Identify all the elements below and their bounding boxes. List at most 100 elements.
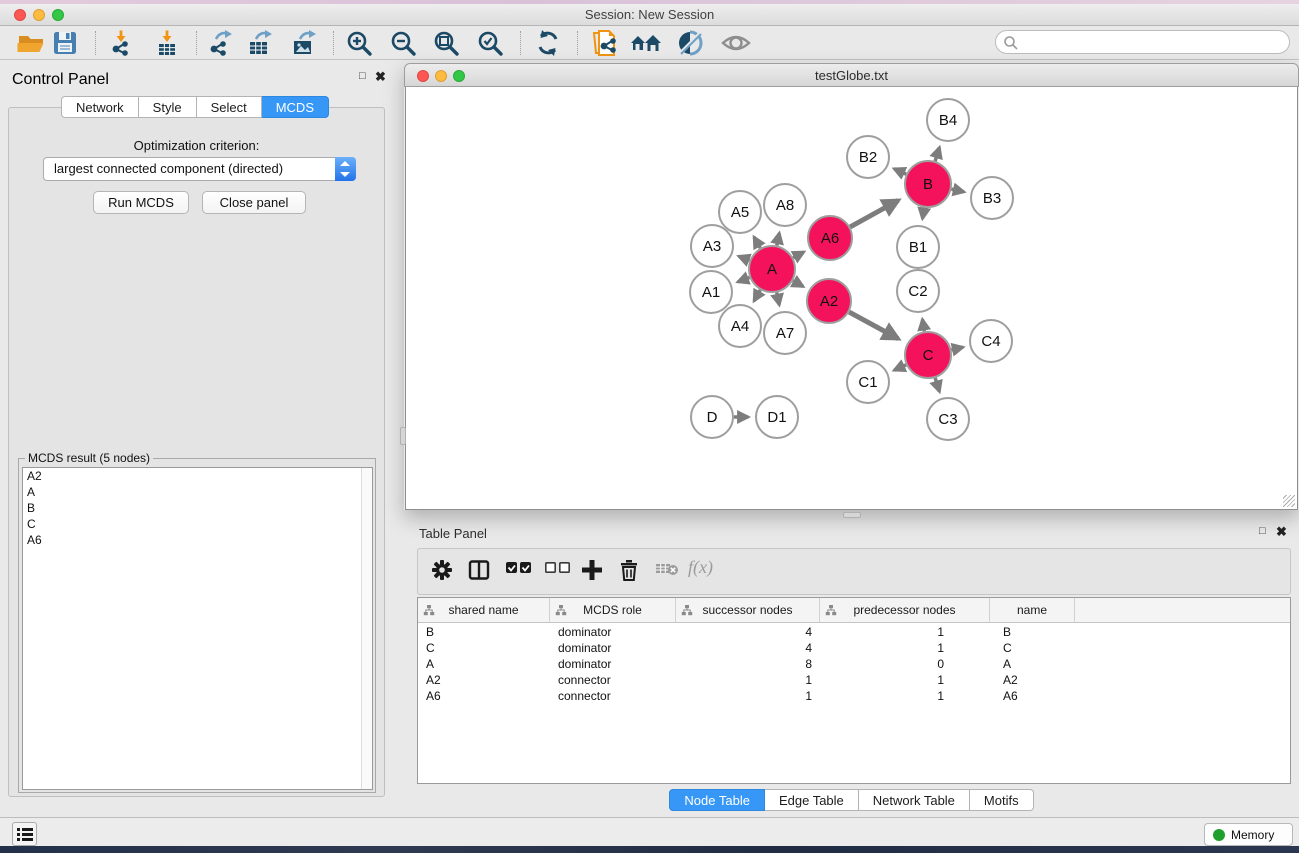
tab-mcds[interactable]: MCDS xyxy=(262,96,329,118)
graph-node-B4[interactable]: B4 xyxy=(927,99,969,141)
table-cell[interactable]: 1 xyxy=(820,672,990,688)
table-cell[interactable]: C xyxy=(418,640,550,656)
column-header-name[interactable]: name xyxy=(990,598,1075,623)
mcds-result-item[interactable]: A xyxy=(23,484,372,500)
graph-edge-C-C3[interactable] xyxy=(935,378,939,392)
vertical-splitter-handle[interactable] xyxy=(400,427,406,445)
zoom-window-icon[interactable] xyxy=(52,9,64,21)
create-column-icon[interactable] xyxy=(581,559,603,585)
graph-node-D1[interactable]: D1 xyxy=(756,396,798,438)
memory-button[interactable]: Memory xyxy=(1204,823,1293,846)
delete-column-icon[interactable] xyxy=(619,559,639,585)
mcds-result-item[interactable]: A2 xyxy=(23,468,372,484)
split-panel-icon[interactable] xyxy=(468,559,490,585)
tab-edge-table[interactable]: Edge Table xyxy=(765,789,859,811)
close-panel-button[interactable]: Close panel xyxy=(202,191,306,214)
table-settings-icon[interactable] xyxy=(431,559,453,585)
table-cell[interactable]: A2 xyxy=(990,672,1075,688)
show-view-icon[interactable] xyxy=(720,29,750,57)
graph-edge-C-C2[interactable] xyxy=(922,319,924,331)
graph-edge-B-B2[interactable] xyxy=(894,169,906,174)
refresh-layout-icon[interactable] xyxy=(533,29,563,57)
table-cell[interactable]: 4 xyxy=(676,624,820,640)
hide-columns-icon[interactable] xyxy=(545,559,571,585)
graph-node-A2[interactable]: A2 xyxy=(807,279,851,323)
graph-node-D[interactable]: D xyxy=(691,396,733,438)
network-zoom-icon[interactable] xyxy=(453,70,465,82)
table-cell[interactable]: B xyxy=(418,624,550,640)
export-table-icon[interactable] xyxy=(246,29,276,57)
run-mcds-button[interactable]: Run MCDS xyxy=(93,191,189,214)
graph-node-B1[interactable]: B1 xyxy=(897,226,939,268)
graph-edge-C-C1[interactable] xyxy=(894,365,906,370)
zoom-selected-icon[interactable] xyxy=(476,29,506,57)
tab-select[interactable]: Select xyxy=(197,96,262,118)
graph-node-B3[interactable]: B3 xyxy=(971,177,1013,219)
mcds-result-item[interactable]: A6 xyxy=(23,532,372,548)
export-network-icon[interactable] xyxy=(206,29,236,57)
import-network-icon[interactable] xyxy=(106,29,136,57)
minimize-window-icon[interactable] xyxy=(33,9,45,21)
graph-node-A6[interactable]: A6 xyxy=(808,216,852,260)
export-image-icon[interactable] xyxy=(290,29,320,57)
tab-node-table[interactable]: Node Table xyxy=(669,789,765,811)
table-cell[interactable]: dominator xyxy=(550,624,676,640)
graph-node-C[interactable]: C xyxy=(905,332,951,378)
zoom-in-icon[interactable] xyxy=(345,29,375,57)
graph-edge-B-B4[interactable] xyxy=(935,147,939,161)
graph-node-A1[interactable]: A1 xyxy=(690,271,732,313)
column-header-predecessor-nodes[interactable]: predecessor nodes xyxy=(820,598,990,623)
table-cell[interactable]: 1 xyxy=(820,640,990,656)
graph-node-A5[interactable]: A5 xyxy=(719,191,761,233)
hide-details-icon[interactable] xyxy=(675,29,705,57)
table-cell[interactable]: B xyxy=(990,624,1075,640)
tab-network-table[interactable]: Network Table xyxy=(859,789,970,811)
function-builder-icon[interactable]: f(x) xyxy=(688,557,713,583)
network-close-icon[interactable] xyxy=(417,70,429,82)
task-history-button[interactable] xyxy=(12,822,37,846)
criterion-dropdown[interactable]: largest connected component (directed) xyxy=(43,157,356,181)
graph-edge-B-B3[interactable] xyxy=(951,189,964,192)
table-cell[interactable]: A xyxy=(990,656,1075,672)
mcds-result-item[interactable]: B xyxy=(23,500,372,516)
network-minimize-icon[interactable] xyxy=(435,70,447,82)
table-cell[interactable]: connector xyxy=(550,672,676,688)
graph-edge-A-A5[interactable] xyxy=(754,237,760,248)
horizontal-splitter-handle[interactable] xyxy=(843,512,861,518)
table-float-icon[interactable]: □ xyxy=(1259,525,1266,537)
float-panel-icon[interactable]: □ xyxy=(359,70,366,82)
graph-edge-C-C4[interactable] xyxy=(951,347,963,350)
table-close-icon[interactable]: ✖ xyxy=(1276,524,1287,540)
graph-edge-A-A6[interactable] xyxy=(793,252,804,258)
close-window-icon[interactable] xyxy=(14,9,26,21)
result-scrollbar[interactable] xyxy=(361,468,372,789)
zoom-fit-icon[interactable] xyxy=(432,29,462,57)
column-header-MCDS-role[interactable]: MCDS role xyxy=(550,598,676,623)
search-input[interactable] xyxy=(1022,33,1282,51)
graph-node-C4[interactable]: C4 xyxy=(970,320,1012,362)
graph-node-A8[interactable]: A8 xyxy=(764,184,806,226)
graph-node-B2[interactable]: B2 xyxy=(847,136,889,178)
graph-node-A4[interactable]: A4 xyxy=(719,305,761,347)
table-cell[interactable]: 1 xyxy=(820,688,990,704)
mcds-result-item[interactable]: C xyxy=(23,516,372,532)
table-cell[interactable]: dominator xyxy=(550,656,676,672)
graph-edge-A2-C[interactable] xyxy=(849,312,898,339)
table-cell[interactable]: 1 xyxy=(820,624,990,640)
graph-edge-B-B1[interactable] xyxy=(922,208,924,219)
table-cell[interactable]: 4 xyxy=(676,640,820,656)
graph-edge-A-A4[interactable] xyxy=(754,290,760,301)
graph-node-B[interactable]: B xyxy=(905,161,951,207)
network-window-titlebar[interactable]: testGlobe.txt xyxy=(404,63,1299,87)
resize-grip[interactable] xyxy=(1283,495,1295,507)
table-cell[interactable]: A6 xyxy=(990,688,1075,704)
table-cell[interactable]: 1 xyxy=(676,672,820,688)
network-file-icon[interactable] xyxy=(590,29,620,57)
column-header-shared-name[interactable]: shared name xyxy=(418,598,550,623)
network-canvas[interactable]: B4B2BB3A5A8A6A3B1AA1C2A2A4A7CC4C1C3DD1 xyxy=(405,87,1298,510)
tab-motifs[interactable]: Motifs xyxy=(970,789,1034,811)
graph-edge-A-A8[interactable] xyxy=(777,233,780,245)
save-session-icon[interactable] xyxy=(50,29,80,57)
table-cell[interactable]: 8 xyxy=(676,656,820,672)
table-cell[interactable]: A2 xyxy=(418,672,550,688)
